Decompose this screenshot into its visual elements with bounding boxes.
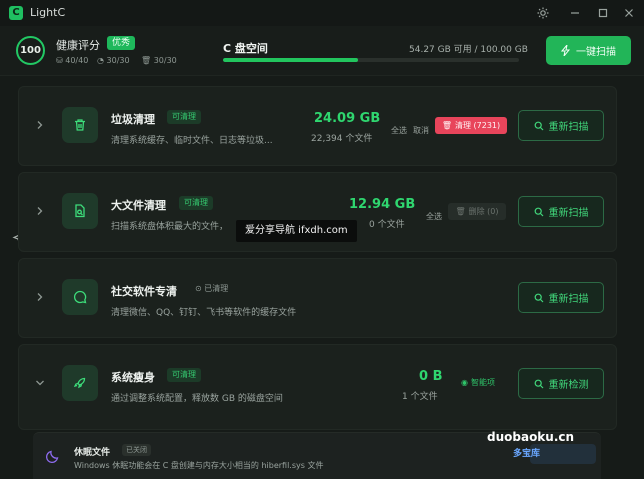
card-social-apps: 社交软件专清 ⊙ 已清理 清理微信、QQ、钉钉、飞书等软件的缓存文件 重新扫描 [18, 258, 617, 338]
lightning-icon [561, 45, 571, 56]
stat-trash: 🗑 30/30 [141, 56, 177, 65]
optimized-label: 智能项 [470, 378, 495, 387]
moon-icon [45, 450, 59, 464]
optimized-indicator: ◉ 智能项 [461, 377, 495, 388]
trash-icon: 🗑 [141, 56, 152, 65]
disk-usage-bar [223, 58, 519, 62]
rescan-button-label: 重新扫描 [548, 122, 589, 133]
close-icon[interactable] [621, 5, 637, 21]
clean-button-label: 清理 (7231) [455, 121, 501, 130]
health-score-label: 健康评分 [56, 39, 100, 52]
chevron-right-icon[interactable] [34, 205, 46, 217]
clean-button[interactable]: 🗑 清理 (7231) [435, 117, 507, 134]
chevron-down-icon[interactable] [34, 377, 46, 389]
card-file-count: 0 个文件 [369, 220, 405, 230]
card-icon-box [62, 279, 98, 315]
card-description: 扫描系统盘体积最大的文件， [111, 222, 229, 232]
card-size: 24.09 GB [314, 111, 381, 126]
select-all-link[interactable]: 全选 [391, 125, 407, 136]
stat-trash-value: 30/30 [153, 56, 177, 65]
rescan-button[interactable]: 重新扫描 [518, 110, 604, 141]
cancel-link[interactable]: 取消 [413, 125, 429, 136]
rocket-icon [73, 377, 86, 389]
card-description: 清理系统缓存、临时文件、日志等垃圾... [111, 136, 273, 146]
search-icon [534, 121, 543, 130]
subitem-title: 休眠文件 [74, 448, 111, 458]
chevron-right-icon[interactable] [34, 291, 46, 303]
card-title: 大文件清理 [111, 199, 166, 212]
search-icon [534, 293, 543, 302]
disk-usage-fill [223, 58, 359, 62]
card-status-tag: 可清理 [167, 110, 201, 124]
health-score-ring: 100 [16, 36, 45, 65]
chevron-right-icon[interactable] [34, 119, 46, 131]
stat-disk: ⛁ 40/40 [56, 56, 88, 65]
card-system-slim: 系统瘦身 可清理 通过调整系统配置，释放数 GB 的磁盘空间 0 B 1 个文件… [18, 344, 617, 430]
app-logo: C [9, 6, 23, 20]
stat-disk-value: 40/40 [65, 56, 89, 65]
check-circle-icon: ◉ [461, 378, 468, 387]
one-click-scan-button[interactable]: 一键扫描 [546, 36, 631, 65]
subitem-description: Windows 休眠功能会在 C 盘创建与内存大小相当的 hiberfil.sy… [74, 461, 324, 470]
rescan-button-label: 重新扫描 [548, 208, 589, 219]
recheck-button[interactable]: 重新检测 [518, 368, 604, 399]
card-file-count: 22,394 个文件 [311, 134, 373, 144]
title-bar: C LightC [0, 0, 644, 26]
select-all-link[interactable]: 全选 [426, 211, 442, 222]
card-status-tag: 可清理 [179, 196, 213, 210]
card-icon-box [62, 193, 98, 229]
rescan-button[interactable]: 重新扫描 [518, 196, 604, 227]
card-size: 12.94 GB [349, 197, 416, 212]
drive-icon: ⛁ [56, 56, 63, 65]
card-status-tag: 可清理 [167, 368, 201, 382]
minimize-icon[interactable] [567, 5, 583, 21]
trash-icon [75, 119, 85, 131]
card-file-count: 1 个文件 [402, 392, 438, 402]
card-icon-box [62, 107, 98, 143]
disk-usage-text: 54.27 GB 可用 / 100.00 GB [409, 45, 528, 55]
trash-icon: 🗑 [455, 207, 466, 216]
header-bar: 100 健康评分 优秀 ⛁ 40/40 ◔ 30/30 🗑 30/30 C 盘空… [0, 26, 644, 76]
one-click-scan-label: 一键扫描 [576, 47, 616, 58]
settings-gear-icon[interactable] [535, 5, 551, 21]
rescan-button[interactable]: 重新扫描 [518, 282, 604, 313]
card-title: 系统瘦身 [111, 371, 155, 384]
maximize-icon[interactable] [595, 5, 611, 21]
trash-icon: 🗑 [441, 121, 452, 130]
card-status-text: 已清理 [204, 284, 229, 293]
card-description: 清理微信、QQ、钉钉、飞书等软件的缓存文件 [111, 308, 297, 318]
watermark-center: 爱分享导航 ifxdh.com [236, 220, 357, 242]
card-description: 通过调整系统配置，释放数 GB 的磁盘空间 [111, 394, 283, 404]
watermark-corner-domain: duobaoku.cn [487, 430, 575, 444]
stat-performance-value: 30/30 [106, 56, 130, 65]
search-icon [534, 379, 543, 388]
speed-icon: ◔ [97, 56, 104, 65]
card-junk-clean: 垃圾清理 可清理 清理系统缓存、临时文件、日志等垃圾... 24.09 GB 2… [18, 86, 617, 166]
app-title: LightC [30, 6, 66, 19]
subitem-status-tag: 已关闭 [122, 444, 151, 456]
recheck-button-label: 重新检测 [548, 380, 589, 391]
clock-icon: ⊙ [195, 284, 202, 293]
delete-button[interactable]: 🗑 删除 (0) [448, 203, 506, 220]
rescan-button-label: 重新扫描 [548, 294, 589, 305]
stat-performance: ◔ 30/30 [97, 56, 130, 65]
card-title: 社交软件专清 [111, 285, 177, 298]
card-title: 垃圾清理 [111, 113, 155, 126]
search-icon [534, 207, 543, 216]
delete-button-label: 删除 (0) [468, 207, 499, 216]
file-search-icon [75, 204, 85, 218]
card-status-tag: ⊙ 已清理 [195, 282, 228, 296]
card-icon-box [62, 365, 98, 401]
chat-bubble-icon [73, 290, 87, 304]
health-status-badge: 优秀 [107, 36, 136, 50]
card-size: 0 B [419, 369, 443, 384]
disk-space-title: C 盘空间 [223, 42, 268, 55]
watermark-corner-name: 多宝库 [513, 449, 541, 459]
